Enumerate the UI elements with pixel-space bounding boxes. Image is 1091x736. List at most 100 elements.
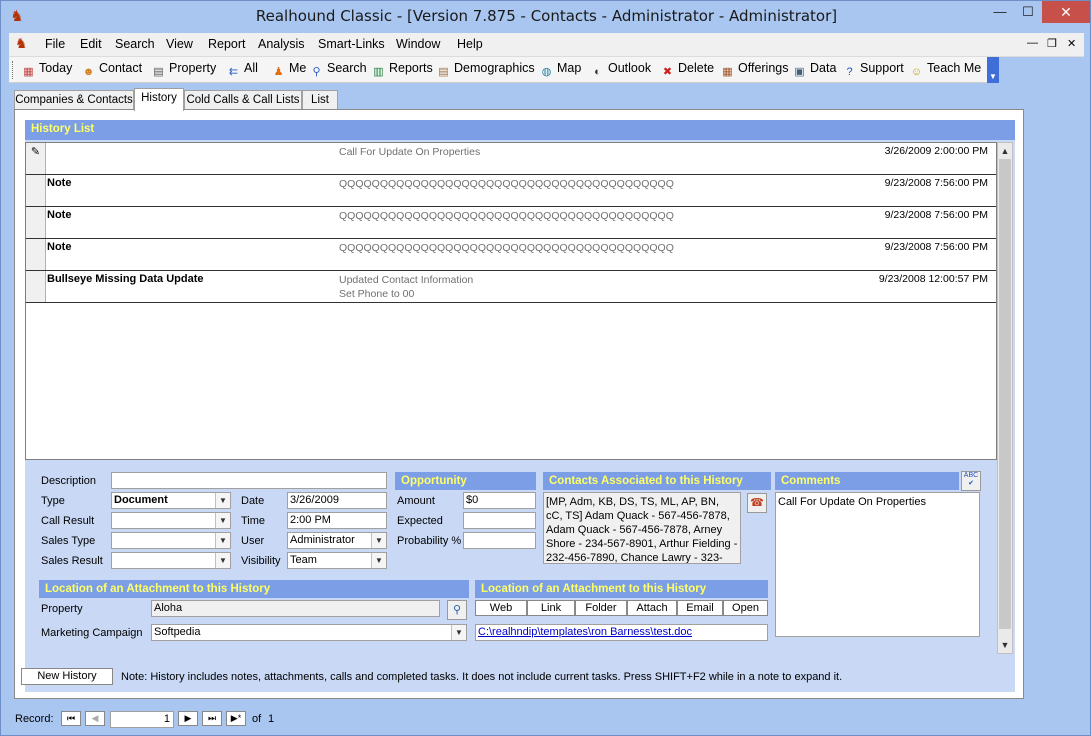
mdi-minimize-button[interactable]: — — [1027, 37, 1038, 49]
folder-button[interactable]: Folder — [575, 600, 627, 616]
toolbar-all-button[interactable]: ⇇ All — [226, 61, 258, 79]
email-button[interactable]: Email — [677, 600, 723, 616]
menu-analysis[interactable]: Analysis — [258, 37, 305, 51]
menu-help[interactable]: Help — [457, 37, 483, 51]
history-description-line: Call For Update On Properties — [339, 146, 481, 158]
type-select[interactable]: Document ▼ — [111, 492, 231, 509]
spellcheck-icon[interactable]: ABC ✔ — [961, 471, 981, 491]
close-button[interactable]: ✕ — [1042, 1, 1090, 23]
toolbar-property-button[interactable]: ▤ Property — [151, 61, 216, 79]
toolbar-me-button[interactable]: ♟ Me — [271, 61, 307, 79]
attachment-path[interactable]: C:\realhndip\templates\ron Barness\test.… — [475, 624, 768, 641]
menu-file[interactable]: File — [45, 37, 65, 51]
toolbar-label: Map — [557, 61, 582, 75]
record-number-field[interactable]: 1 — [110, 711, 174, 728]
network-icon: ▣ — [794, 66, 805, 78]
toolbar-search-button[interactable]: ⚲ Search — [309, 61, 367, 79]
sales-type-select[interactable]: ▼ — [111, 532, 231, 549]
date-field[interactable]: 3/26/2009 — [287, 492, 387, 509]
maximize-button[interactable]: ☐ — [1014, 1, 1042, 23]
row-selector[interactable]: ✎ — [26, 143, 46, 174]
call-result-select[interactable]: ▼ — [111, 512, 231, 529]
campaign-select[interactable]: Softpedia ▼ — [151, 624, 467, 641]
scroll-up-icon[interactable]: ▲ — [998, 143, 1012, 159]
attach-button[interactable]: Attach — [627, 600, 677, 616]
chevron-down-icon[interactable]: ▼ — [371, 533, 386, 548]
first-record-button[interactable]: ⏮ — [61, 711, 81, 726]
chevron-down-icon[interactable]: ▼ — [451, 625, 466, 640]
toolbar-today-button[interactable]: ▦ Today — [21, 61, 72, 79]
row-selector[interactable] — [26, 239, 46, 270]
attachment-path-link[interactable]: C:\realhndip\templates\ron Barness\test.… — [478, 626, 692, 638]
history-row[interactable]: ✎ Call For Update On Properties 3/26/2009 … — [26, 143, 996, 175]
expected-field[interactable] — [463, 512, 536, 529]
row-selector[interactable] — [26, 207, 46, 238]
tab-cold-calls[interactable]: Cold Calls & Call Lists — [184, 90, 302, 110]
next-record-button[interactable]: ▶ — [178, 711, 198, 726]
mdi-restore-button[interactable]: ❐ — [1047, 37, 1057, 50]
toolbar-offerings-button[interactable]: ▦ Offerings — [720, 61, 788, 79]
link-button[interactable]: Link — [527, 600, 575, 616]
chevron-down-icon[interactable]: ▼ — [215, 513, 230, 528]
history-row[interactable]: Note QQQQQQQQQQQQQQQQQQQQQQQQQQQQQQQQQQQQ… — [26, 239, 996, 271]
menu-edit[interactable]: Edit — [80, 37, 102, 51]
toolbar-overflow-button[interactable]: ▼ — [987, 57, 999, 83]
chevron-down-icon[interactable]: ▼ — [215, 533, 230, 548]
tab-list[interactable]: List — [302, 90, 338, 110]
toolbar-data-button[interactable]: ▣ Data — [792, 61, 836, 79]
toolbar-delete-button[interactable]: ✖ Delete — [660, 61, 714, 79]
probability-field[interactable] — [463, 532, 536, 549]
toolbar-outlook-button[interactable]: ◐ Outlook — [590, 61, 651, 79]
history-row[interactable]: Note QQQQQQQQQQQQQQQQQQQQQQQQQQQQQQQQQQQQ… — [26, 175, 996, 207]
menu-view[interactable]: View — [166, 37, 193, 51]
amount-label: Amount — [397, 495, 435, 507]
chevron-down-icon[interactable]: ▼ — [215, 493, 230, 508]
chevron-down-icon[interactable]: ▼ — [371, 553, 386, 568]
chevron-down-icon[interactable]: ▼ — [215, 553, 230, 568]
toolbar-support-button[interactable]: ? Support — [842, 61, 903, 79]
property-lookup-icon[interactable]: ⚲ — [447, 600, 467, 620]
description-field[interactable] — [111, 472, 387, 489]
add-contact-icon[interactable]: ☎ — [747, 493, 767, 513]
visibility-select[interactable]: Team ▼ — [287, 552, 387, 569]
mdi-logo-icon[interactable]: ♞ — [15, 35, 28, 52]
history-row[interactable]: Note QQQQQQQQQQQQQQQQQQQQQQQQQQQQQQQQQQQQ… — [26, 207, 996, 239]
menu-search[interactable]: Search — [115, 37, 155, 51]
open-button[interactable]: Open — [723, 600, 768, 616]
sales-result-select[interactable]: ▼ — [111, 552, 231, 569]
history-description-line: QQQQQQQQQQQQQQQQQQQQQQQQQQQQQQQQQQQQQQQQ… — [339, 178, 674, 190]
tab-companies-contacts[interactable]: Companies & Contacts — [14, 90, 134, 110]
menu-smart-links[interactable]: Smart-Links — [318, 37, 385, 51]
amount-field[interactable]: $0 — [463, 492, 536, 509]
minimize-button[interactable]: — — [986, 1, 1014, 23]
toolbar-teach-me-button[interactable]: ☺ Teach Me — [909, 61, 981, 79]
mdi-close-button[interactable]: ✕ — [1067, 37, 1076, 50]
toolbar-label: Search — [327, 61, 367, 75]
last-record-button[interactable]: ⏭ — [202, 711, 222, 726]
web-button[interactable]: Web — [475, 600, 527, 616]
toolbar-map-button[interactable]: ◍ Map — [539, 61, 582, 79]
scroll-thumb[interactable] — [999, 159, 1011, 629]
new-history-button[interactable]: New History — [21, 668, 113, 685]
comments-field[interactable]: Call For Update On Properties — [775, 492, 980, 637]
history-tab-panel: History List ✎ Call For Update On Propert… — [14, 109, 1024, 699]
toolbar-reports-button[interactable]: ▥ Reports — [371, 61, 432, 79]
new-record-button[interactable]: ▶* — [226, 711, 246, 726]
history-type: Note — [47, 241, 72, 253]
contacts-list[interactable]: [MP, Adm, KB, DS, TS, ML, AP, BN, cC, TS… — [543, 492, 741, 564]
tab-history[interactable]: History — [134, 88, 184, 111]
time-field[interactable]: 2:00 PM — [287, 512, 387, 529]
prev-record-button[interactable]: ◀ — [85, 711, 105, 726]
history-scrollbar[interactable]: ▲ ▼ — [997, 142, 1013, 654]
row-selector[interactable] — [26, 271, 46, 302]
history-row[interactable]: Bullseye Missing Data Update Updated Cont… — [26, 271, 996, 303]
menu-window[interactable]: Window — [396, 37, 440, 51]
toolbar-contact-button[interactable]: ☻ Contact — [81, 61, 142, 79]
user-select[interactable]: Administrator ▼ — [287, 532, 387, 549]
toolbar-demographics-button[interactable]: ▤ Demographics — [436, 61, 534, 79]
property-field[interactable]: Aloha — [151, 600, 440, 617]
toolbar-grip[interactable] — [12, 61, 15, 79]
menu-report[interactable]: Report — [208, 37, 246, 51]
scroll-down-icon[interactable]: ▼ — [998, 637, 1012, 653]
row-selector[interactable] — [26, 175, 46, 206]
